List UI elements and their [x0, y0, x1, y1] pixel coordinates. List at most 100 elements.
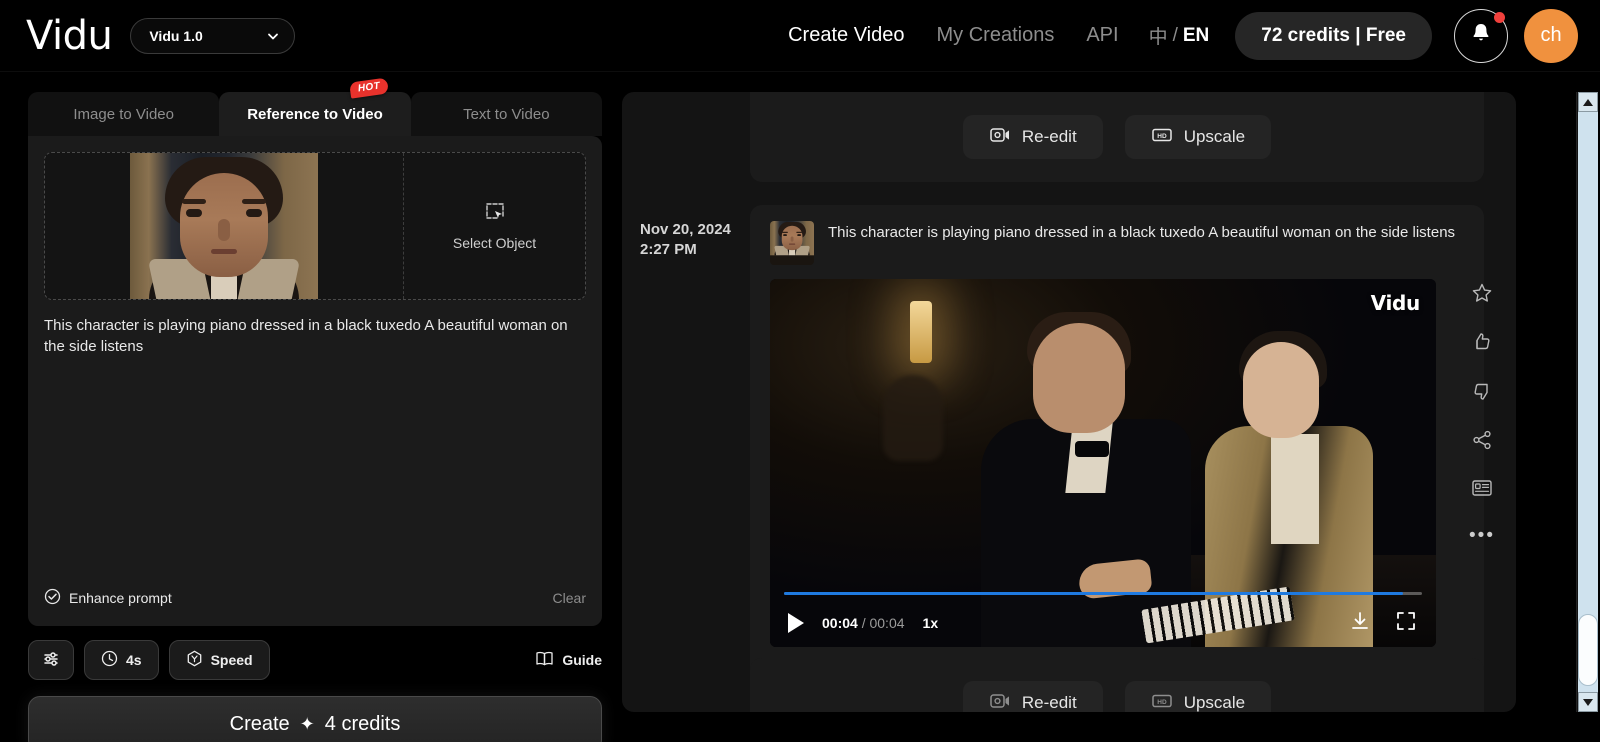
- video-controls-right: [1348, 609, 1418, 638]
- thumbs-up-icon[interactable]: [1471, 331, 1493, 358]
- tab-text-to-video[interactable]: Text to Video: [410, 92, 602, 136]
- language-separator: /: [1172, 24, 1178, 46]
- star-icon[interactable]: [1471, 282, 1493, 309]
- hexagon-icon: [186, 650, 203, 671]
- book-icon: [535, 650, 554, 670]
- scrollbar-thumb[interactable]: [1577, 614, 1598, 686]
- create-button-cost: 4 credits: [324, 712, 401, 735]
- credits-badge[interactable]: 72 credits | Free: [1235, 11, 1432, 60]
- upscale-label-previous: Upscale: [1183, 127, 1246, 146]
- notification-dot: [1494, 11, 1505, 23]
- tab-image-to-video[interactable]: Image to Video: [28, 92, 220, 136]
- upscale-button-previous[interactable]: HD Upscale: [1124, 115, 1272, 159]
- composer-panel: Select Object This character is playing …: [28, 136, 602, 626]
- scroll-down-arrow-icon[interactable]: [1577, 692, 1598, 712]
- mode-tabs: Image to Video Reference to Video HOT Te…: [28, 77, 602, 136]
- clock-icon: [101, 650, 118, 670]
- video-player[interactable]: Vidu 00:04 / 00:04 1x: [770, 279, 1436, 647]
- upscale-button-next[interactable]: HD Upscale: [1124, 681, 1272, 713]
- top-header: Vidu Vidu 1.0 Create Video My Creations …: [0, 0, 1600, 72]
- nav-api[interactable]: API: [1070, 24, 1134, 47]
- video-edit-icon-next: [989, 692, 1011, 713]
- create-button[interactable]: Create ✦ 4 credits: [28, 696, 602, 742]
- tab-reference-to-video[interactable]: Reference to Video HOT: [219, 77, 411, 136]
- clear-prompt-button[interactable]: Clear: [553, 590, 586, 606]
- playback-rate-button[interactable]: 1x: [923, 615, 939, 631]
- sliders-icon: [42, 650, 60, 671]
- share-icon[interactable]: [1471, 429, 1493, 456]
- hd-icon-next: HD: [1151, 692, 1173, 713]
- prompt-input[interactable]: This character is playing piano dressed …: [44, 316, 586, 578]
- hd-icon: HD: [1151, 126, 1173, 149]
- language-cn[interactable]: 中: [1149, 22, 1168, 49]
- re-edit-label-previous: Re-edit: [1021, 127, 1077, 146]
- thumbs-down-icon[interactable]: [1471, 380, 1493, 407]
- select-object-label: Select Object: [452, 234, 537, 251]
- reference-image-thumbnail[interactable]: [130, 153, 318, 299]
- generation-side-actions: •••: [1464, 282, 1500, 547]
- svg-text:HD: HD: [1157, 699, 1167, 706]
- re-edit-button-next[interactable]: Re-edit: [962, 681, 1103, 713]
- play-icon[interactable]: [788, 613, 804, 633]
- generation-time: 2:27 PM: [640, 241, 697, 259]
- video-edit-icon: [989, 126, 1011, 149]
- re-edit-label-next: Re-edit: [1021, 693, 1077, 712]
- reference-image-slot[interactable]: [45, 153, 403, 299]
- video-progress-bar[interactable]: [784, 592, 1422, 595]
- generation-actions-next: Re-edit HD Upscale: [750, 658, 1484, 712]
- guide-button[interactable]: Guide: [535, 650, 602, 670]
- guide-label: Guide: [562, 652, 602, 668]
- video-controls: 00:04 / 00:04 1x: [770, 599, 1436, 647]
- svg-text:HD: HD: [1157, 133, 1167, 140]
- details-card-icon[interactable]: [1471, 478, 1493, 503]
- reference-dropzone[interactable]: Select Object: [44, 152, 586, 300]
- generation-card: This character is playing piano dressed …: [750, 205, 1484, 712]
- generation-actions-previous: Re-edit HD Upscale: [750, 92, 1484, 182]
- generation-date: Nov 20, 2024: [640, 221, 731, 238]
- check-circle-icon: [44, 588, 61, 608]
- creations-feed: Re-edit HD Upscale Nov 20, 2024 2:27 PM: [622, 92, 1516, 712]
- more-dots-icon[interactable]: •••: [1469, 525, 1495, 547]
- video-watermark: Vidu: [1370, 291, 1421, 315]
- fullscreen-icon[interactable]: [1394, 609, 1418, 638]
- reference-portrait-image: [130, 153, 318, 299]
- select-object-icon: [485, 202, 505, 225]
- composer-options-row: 4s Speed Guide: [28, 640, 602, 680]
- chevron-down-icon: [266, 29, 280, 43]
- notifications-button[interactable]: [1454, 8, 1508, 63]
- composer-column: Image to Video Reference to Video HOT Te…: [28, 77, 602, 742]
- scrollbar-track[interactable]: [1577, 112, 1598, 692]
- download-icon[interactable]: [1348, 609, 1372, 638]
- model-selector-label: Vidu 1.0: [149, 27, 203, 44]
- duration-button[interactable]: 4s: [84, 640, 159, 680]
- generation-prompt-text: This character is playing piano dressed …: [828, 224, 1456, 241]
- main-nav: Create Video My Creations API 中 / EN 72 …: [772, 8, 1600, 63]
- language-switcher[interactable]: 中 / EN: [1135, 22, 1224, 49]
- enhance-prompt-toggle[interactable]: Enhance prompt: [44, 588, 172, 608]
- app-root: Vidu Vidu 1.0 Create Video My Creations …: [0, 0, 1600, 742]
- model-selector[interactable]: Vidu 1.0: [130, 17, 296, 54]
- select-object-button[interactable]: Select Object: [403, 153, 585, 299]
- language-en[interactable]: EN: [1183, 25, 1209, 47]
- generation-reference-thumbnail[interactable]: [770, 221, 814, 265]
- advanced-settings-button[interactable]: [28, 640, 74, 680]
- app-logo[interactable]: Vidu: [26, 16, 113, 56]
- enhance-prompt-label: Enhance prompt: [69, 590, 172, 606]
- video-time-separator: /: [861, 615, 866, 631]
- upscale-label-next: Upscale: [1183, 693, 1246, 712]
- page-scrollbar[interactable]: [1576, 92, 1598, 712]
- user-avatar[interactable]: ch: [1524, 8, 1578, 63]
- hot-badge: HOT: [349, 77, 390, 99]
- sparkle-icon: ✦: [299, 713, 315, 734]
- video-time: 00:04 / 00:04: [822, 615, 905, 631]
- generation-header: This character is playing piano dressed …: [770, 221, 1464, 265]
- bell-icon: [1470, 21, 1492, 50]
- nav-create-video[interactable]: Create Video: [772, 24, 920, 47]
- composer-footer: Enhance prompt Clear: [44, 586, 586, 610]
- mode-button[interactable]: Speed: [168, 640, 270, 680]
- generation-reference-portrait: [770, 221, 814, 256]
- scroll-up-arrow-icon[interactable]: [1577, 92, 1598, 112]
- video-progress-fill: [784, 592, 1403, 595]
- nav-my-creations[interactable]: My Creations: [921, 24, 1071, 47]
- re-edit-button-previous[interactable]: Re-edit: [962, 115, 1103, 159]
